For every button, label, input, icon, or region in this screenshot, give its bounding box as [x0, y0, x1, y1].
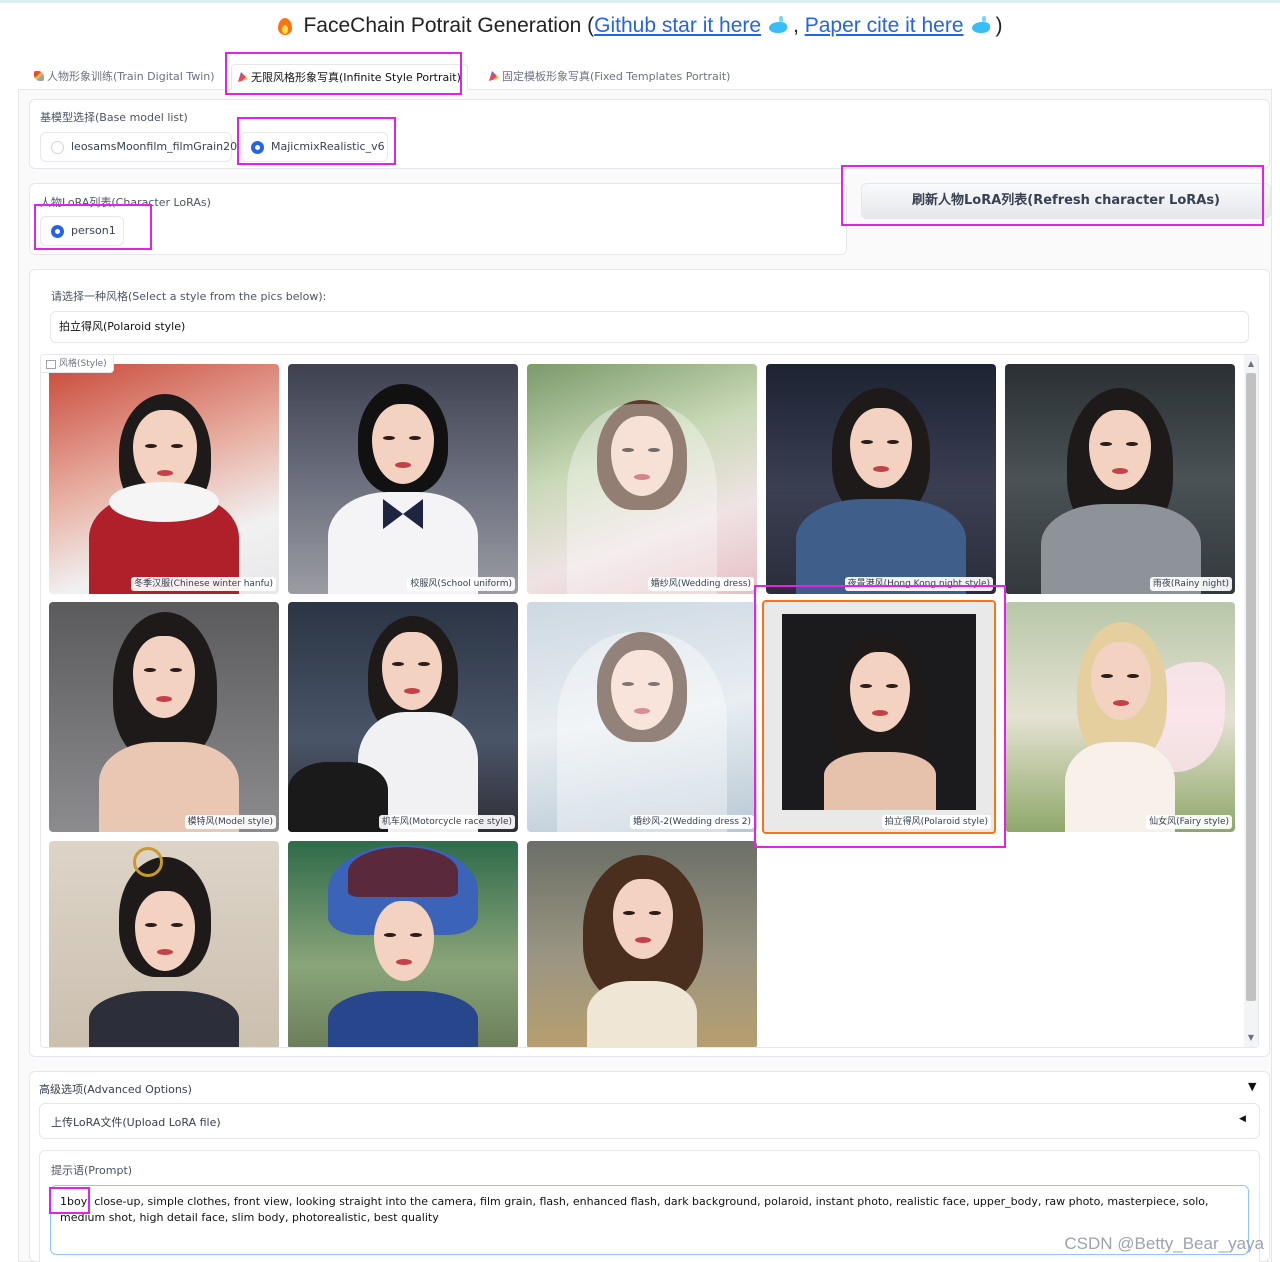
style-thumb-wedding-dress-2[interactable]: 婚纱风-2(Wedding dress 2) [527, 602, 757, 832]
style-gallery: 风格(Style) 冬季汉服(Chinese winter hanfu) 校服风… [40, 354, 1259, 1048]
style-thumb-fairy-style[interactable]: 仙女风(Fairy style) [1005, 602, 1235, 832]
refresh-lora-button[interactable]: 刷新人物LoRA列表(Refresh character LoRAs) [861, 183, 1271, 219]
style-thumb-motorcycle-race[interactable]: 机车风(Motorcycle race style) [288, 602, 518, 832]
upload-lora-accordion[interactable]: 上传LoRA文件(Upload LoRA file) ◀ [39, 1103, 1260, 1139]
thumb-caption: 模特风(Model style) [184, 815, 276, 829]
tab-bar: 人物形象训练(Train Digital Twin) 无限风格形象写真(Infi… [18, 64, 1272, 90]
gallery-scrollbar[interactable]: ▲ ▼ [1244, 355, 1258, 1047]
thumb-caption: 雨夜(Rainy night) [1149, 577, 1232, 591]
base-model-block: 基模型选择(Base model list) leosamsMoonfilm_f… [29, 99, 1270, 169]
character-lora-label: 人物LoRA列表(Character LoRAs) [40, 196, 211, 209]
expand-left-icon[interactable]: ◀ [1239, 1114, 1246, 1124]
style-thumb-model-style[interactable]: 模特风(Model style) [49, 602, 279, 832]
option-label: MajicmixRealistic_v6 [271, 140, 385, 153]
page-title: FaceChain Potrait Generation (Github sta… [0, 14, 1280, 38]
radio-dot-selected [251, 141, 264, 154]
scroll-down-icon[interactable]: ▼ [1244, 1033, 1258, 1042]
thumb-caption: 校服风(School uniform) [407, 577, 515, 591]
thumb-caption: 夜景港风(Hong Kong night style) [844, 577, 993, 591]
prompt-label: 提示语(Prompt) [51, 1164, 133, 1177]
whale-icon [767, 16, 789, 34]
style-thumb-hong-kong-night[interactable]: 夜景港风(Hong Kong night style) [766, 364, 996, 594]
github-link[interactable]: Github star it here [594, 14, 761, 37]
tab-fixed-templates-portrait[interactable]: 固定模板形象写真(Fixed Templates Portrait) [483, 64, 736, 90]
watermark: CSDN @Betty_Bear_yaya [1064, 1234, 1264, 1253]
party-icon [489, 71, 499, 81]
title-separator: , [793, 14, 799, 37]
option-label: leosamsMoonfilm_filmGrain20 [71, 140, 238, 153]
scroll-up-icon[interactable]: ▲ [1244, 359, 1258, 368]
thumb-caption: 拍立得风(Polaroid style) [881, 815, 991, 829]
style-thumb-school-uniform[interactable]: 校服风(School uniform) [288, 364, 518, 594]
style-thumb-wedding-dress[interactable]: 婚纱风(Wedding dress) [527, 364, 757, 594]
character-lora-block: 人物LoRA列表(Character LoRAs) person1 [29, 183, 847, 255]
base-model-label: 基模型选择(Base model list) [40, 111, 188, 124]
collapse-down-icon[interactable]: ▼ [1248, 1080, 1256, 1093]
thumb-caption: 仙女风(Fairy style) [1146, 815, 1232, 829]
gallery-label: 风格(Style) [41, 355, 114, 373]
whale-icon [970, 16, 992, 34]
style-thumb-rainy-night[interactable]: 雨夜(Rainy night) [1005, 364, 1235, 594]
base-model-option-majicmix[interactable]: MajicmixRealistic_v6 [240, 132, 388, 162]
style-thumb-hanfu-headdress[interactable] [49, 841, 279, 1047]
style-thumb-field-portrait[interactable] [527, 841, 757, 1047]
title-close: ) [995, 14, 1003, 37]
top-border [0, 0, 1280, 3]
tab-label: 无限风格形象写真(Infinite Style Portrait) [251, 71, 461, 84]
option-label: person1 [71, 224, 116, 237]
radio-dot-selected [51, 225, 64, 238]
thumb-caption: 婚纱风(Wedding dress) [647, 577, 754, 591]
tab-train-digital-twin[interactable]: 人物形象训练(Train Digital Twin) [28, 64, 221, 90]
lora-option-person1[interactable]: person1 [40, 216, 124, 246]
style-thumb-polaroid-selected[interactable]: 拍立得风(Polaroid style) [762, 600, 996, 834]
advanced-options-toggle[interactable]: 高级选项(Advanced Options) [39, 1081, 192, 1097]
style-input[interactable]: 拍立得风(Polaroid style) [50, 311, 1249, 343]
thumb-caption: 婚纱风-2(Wedding dress 2) [630, 815, 754, 829]
thumb-caption: 冬季汉服(Chinese winter hanfu) [131, 577, 276, 591]
thumb-caption: 机车风(Motorcycle race style) [378, 815, 515, 829]
tab-label: 固定模板形象写真(Fixed Templates Portrait) [502, 70, 731, 83]
scrollbar-thumb[interactable] [1246, 373, 1256, 1001]
tab-label: 人物形象训练(Train Digital Twin) [47, 70, 215, 83]
party-icon [238, 72, 248, 82]
upload-lora-label: 上传LoRA文件(Upload LoRA file) [51, 1116, 221, 1129]
paper-link[interactable]: Paper cite it here [805, 14, 964, 37]
style-thumb-ethnic-hat[interactable] [288, 841, 518, 1047]
base-model-option-leosams[interactable]: leosamsMoonfilm_filmGrain20 [40, 132, 237, 162]
title-text: FaceChain Potrait Generation ( [303, 14, 595, 37]
rocket-icon [34, 71, 44, 81]
tab-infinite-style-portrait[interactable]: 无限风格形象写真(Infinite Style Portrait) [231, 64, 468, 90]
style-label: 请选择一种风格(Select a style from the pics bel… [51, 290, 327, 303]
radio-dot [51, 141, 64, 154]
fire-icon [277, 14, 293, 36]
style-thumb-winter-hanfu[interactable]: 冬季汉服(Chinese winter hanfu) [49, 364, 279, 594]
gallery-label-text: 风格(Style) [59, 359, 107, 369]
